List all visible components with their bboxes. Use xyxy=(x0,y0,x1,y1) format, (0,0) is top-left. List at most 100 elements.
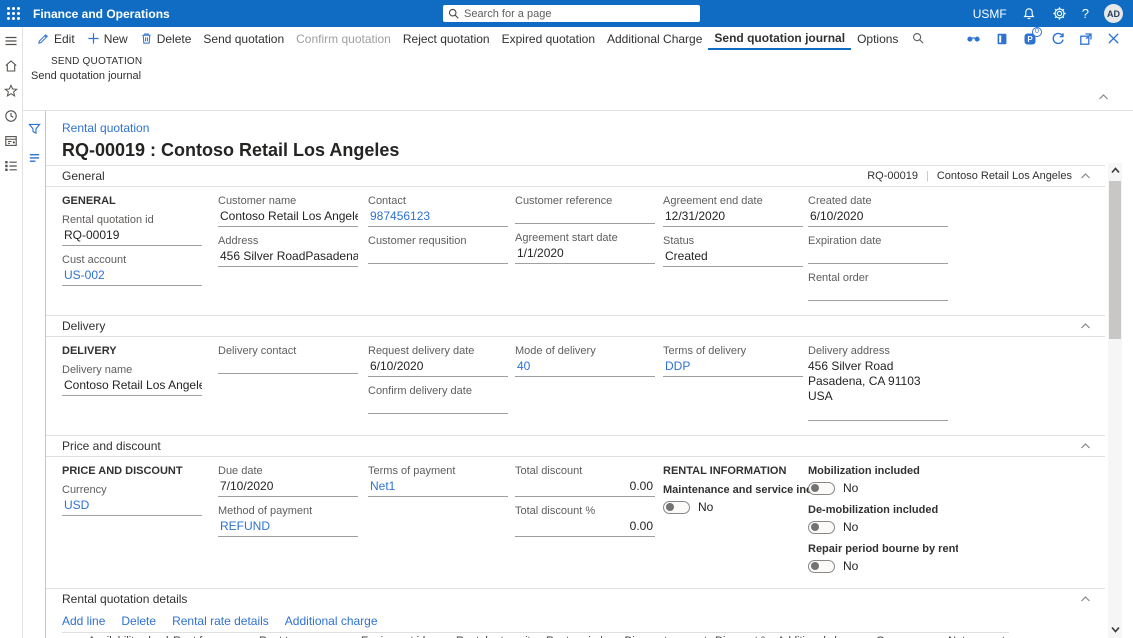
toggle-switch[interactable] xyxy=(808,560,835,573)
field-delivery-address: Delivery address456 Silver Road Pasadena… xyxy=(808,345,948,421)
section-details-header[interactable]: Rental quotation details xyxy=(46,589,1105,609)
delivery-address-underline xyxy=(808,420,948,421)
collapse-all-chevron-icon[interactable] xyxy=(1098,88,1109,106)
glasses-icon[interactable] xyxy=(966,31,981,46)
toggle-switch[interactable] xyxy=(808,482,835,495)
power-apps-badge: 0 xyxy=(1032,27,1042,37)
tab-send-quotation-journal[interactable]: Send quotation journal xyxy=(708,27,851,50)
related-info-lines-icon[interactable] xyxy=(28,151,41,169)
user-avatar[interactable]: AD xyxy=(1104,4,1123,23)
field-rental-order: Rental order xyxy=(808,272,948,301)
field-status: StatusCreated xyxy=(663,235,803,267)
chevron-up-icon[interactable] xyxy=(1080,595,1091,603)
new-button[interactable]: New xyxy=(81,27,134,50)
scrollbar-thumb[interactable] xyxy=(1109,181,1121,339)
recent-clock-icon[interactable] xyxy=(4,108,19,123)
office-app-icon[interactable] xyxy=(994,31,1009,46)
field-method-of-payment: Method of paymentREFUND xyxy=(218,505,358,537)
group-label-delivery: DELIVERY xyxy=(62,345,218,357)
modules-list-icon[interactable] xyxy=(4,158,19,173)
group-label-price-discount: PRICE AND DISCOUNT xyxy=(62,465,218,477)
header-record-id: RQ-00019 xyxy=(867,170,918,182)
field-created-date: Created date6/10/2020 xyxy=(808,195,948,227)
page-header: Rental quotation RQ-00019 : Contoso Reta… xyxy=(46,111,1105,165)
hamburger-menu-icon[interactable] xyxy=(4,33,19,48)
group-label-rental-information: RENTAL INFORMATION xyxy=(663,465,808,477)
app-title[interactable]: Finance and Operations xyxy=(33,7,170,21)
chevron-up-icon[interactable] xyxy=(1080,442,1091,450)
open-in-new-window-icon[interactable] xyxy=(1078,31,1093,46)
section-delivery: Delivery DELIVERY Delivery nameContoso R… xyxy=(46,315,1105,435)
topbar-right-cluster: USMF ? AD xyxy=(973,4,1133,23)
help-icon[interactable]: ? xyxy=(1082,6,1089,21)
field-currency: CurrencyUSD xyxy=(62,484,202,516)
scroll-up-arrow-icon[interactable] xyxy=(1108,163,1122,177)
section-delivery-header[interactable]: Delivery xyxy=(46,316,1105,336)
app-launcher-icon[interactable] xyxy=(0,0,27,27)
field-contact: Contact987456123 xyxy=(368,195,508,227)
field-rental-quotation-id: Rental quotation idRQ-00019 xyxy=(62,214,202,246)
notifications-bell-icon[interactable] xyxy=(1022,6,1037,21)
edit-button[interactable]: Edit xyxy=(31,27,81,50)
field-total-discount: Total discount0.00 xyxy=(515,465,655,497)
chevron-up-icon[interactable] xyxy=(1080,172,1091,180)
content-left-rail xyxy=(23,111,45,638)
action-pane: Edit New Delete Send quotation Confirm q… xyxy=(23,27,1133,50)
rental-rate-details-button[interactable]: Rental rate details xyxy=(172,614,269,628)
select-all-checkmark[interactable]: ✓ xyxy=(62,633,84,638)
field-customer-name: Customer nameContoso Retail Los Angeles xyxy=(218,195,358,227)
power-apps-icon[interactable]: P0 xyxy=(1022,31,1037,46)
reject-quotation-button[interactable]: Reject quotation xyxy=(397,27,496,50)
add-line-button[interactable]: Add line xyxy=(62,614,105,628)
vertical-scrollbar[interactable] xyxy=(1108,163,1122,638)
additional-charge-line-button[interactable]: Additional charge xyxy=(285,614,378,628)
section-general-header[interactable]: General RQ-00019 Contoso Retail Los Ange… xyxy=(46,166,1105,186)
rental-quotation-lines-grid: ✓ Availability check Rent from Rent to E… xyxy=(62,632,1009,638)
action-search-icon[interactable] xyxy=(904,27,933,50)
field-agreement-end-date: Agreement end date12/31/2020 xyxy=(663,195,803,227)
section-general-title: General xyxy=(62,169,105,183)
section-price-header[interactable]: Price and discount xyxy=(46,436,1105,456)
settings-gear-icon[interactable] xyxy=(1052,6,1067,21)
expired-quotation-button[interactable]: Expired quotation xyxy=(496,27,601,50)
field-request-delivery-date: Request delivery date6/10/2020 xyxy=(368,345,508,377)
section-general: General RQ-00019 Contoso Retail Los Ange… xyxy=(46,165,1105,315)
application-window: Finance and Operations USMF ? AD Edit xyxy=(0,0,1133,638)
field-confirm-delivery-date: Confirm delivery date xyxy=(368,385,508,414)
trash-icon xyxy=(140,32,153,45)
options-button[interactable]: Options xyxy=(851,27,904,50)
filter-icon[interactable] xyxy=(28,123,41,141)
header-record-name: Contoso Retail Los Angeles xyxy=(937,170,1072,182)
field-expiration-date: Expiration date xyxy=(808,235,948,264)
toggle-repair-period-bourne-by-renter: Repair period bourne by renterNo xyxy=(808,543,978,573)
close-icon[interactable] xyxy=(1106,31,1121,46)
favorites-star-icon[interactable] xyxy=(4,83,19,98)
delete-line-button[interactable]: Delete xyxy=(121,614,156,628)
field-agreement-start-date: Agreement start date1/1/2020 xyxy=(515,232,655,264)
toggle-switch[interactable] xyxy=(663,501,690,514)
record-type-link[interactable]: Rental quotation xyxy=(62,121,149,135)
delete-button[interactable]: Delete xyxy=(134,27,198,50)
action-pane-right-icons: P0 xyxy=(966,27,1133,50)
header-divider xyxy=(926,170,929,182)
toggle-demobilization-included: De-mobilization includedNo xyxy=(808,504,978,534)
page-search-box[interactable] xyxy=(443,5,700,22)
send-quotation-button[interactable]: Send quotation xyxy=(197,27,290,50)
company-selector[interactable]: USMF xyxy=(973,7,1007,21)
plus-icon xyxy=(87,32,100,45)
refresh-icon[interactable] xyxy=(1050,31,1065,46)
breadcrumb-page-name: Send quotation journal xyxy=(31,70,1133,82)
left-navigation-rail xyxy=(0,27,23,638)
search-input[interactable] xyxy=(464,8,695,20)
additional-charge-button[interactable]: Additional Charge xyxy=(601,27,708,50)
toggle-mobilization-included: Mobilization includedNo xyxy=(808,465,978,495)
toggle-switch[interactable] xyxy=(808,521,835,534)
field-due-date: Due date7/10/2020 xyxy=(218,465,358,497)
workspaces-icon[interactable] xyxy=(4,133,19,148)
chevron-up-icon[interactable] xyxy=(1080,322,1091,330)
home-icon[interactable] xyxy=(4,58,19,73)
field-delivery-name: Delivery nameContoso Retail Los Angeles xyxy=(62,364,202,396)
field-terms-of-delivery: Terms of deliveryDDP xyxy=(663,345,803,377)
field-terms-of-payment: Terms of paymentNet1 xyxy=(368,465,508,497)
scroll-down-arrow-icon[interactable] xyxy=(1108,622,1122,636)
